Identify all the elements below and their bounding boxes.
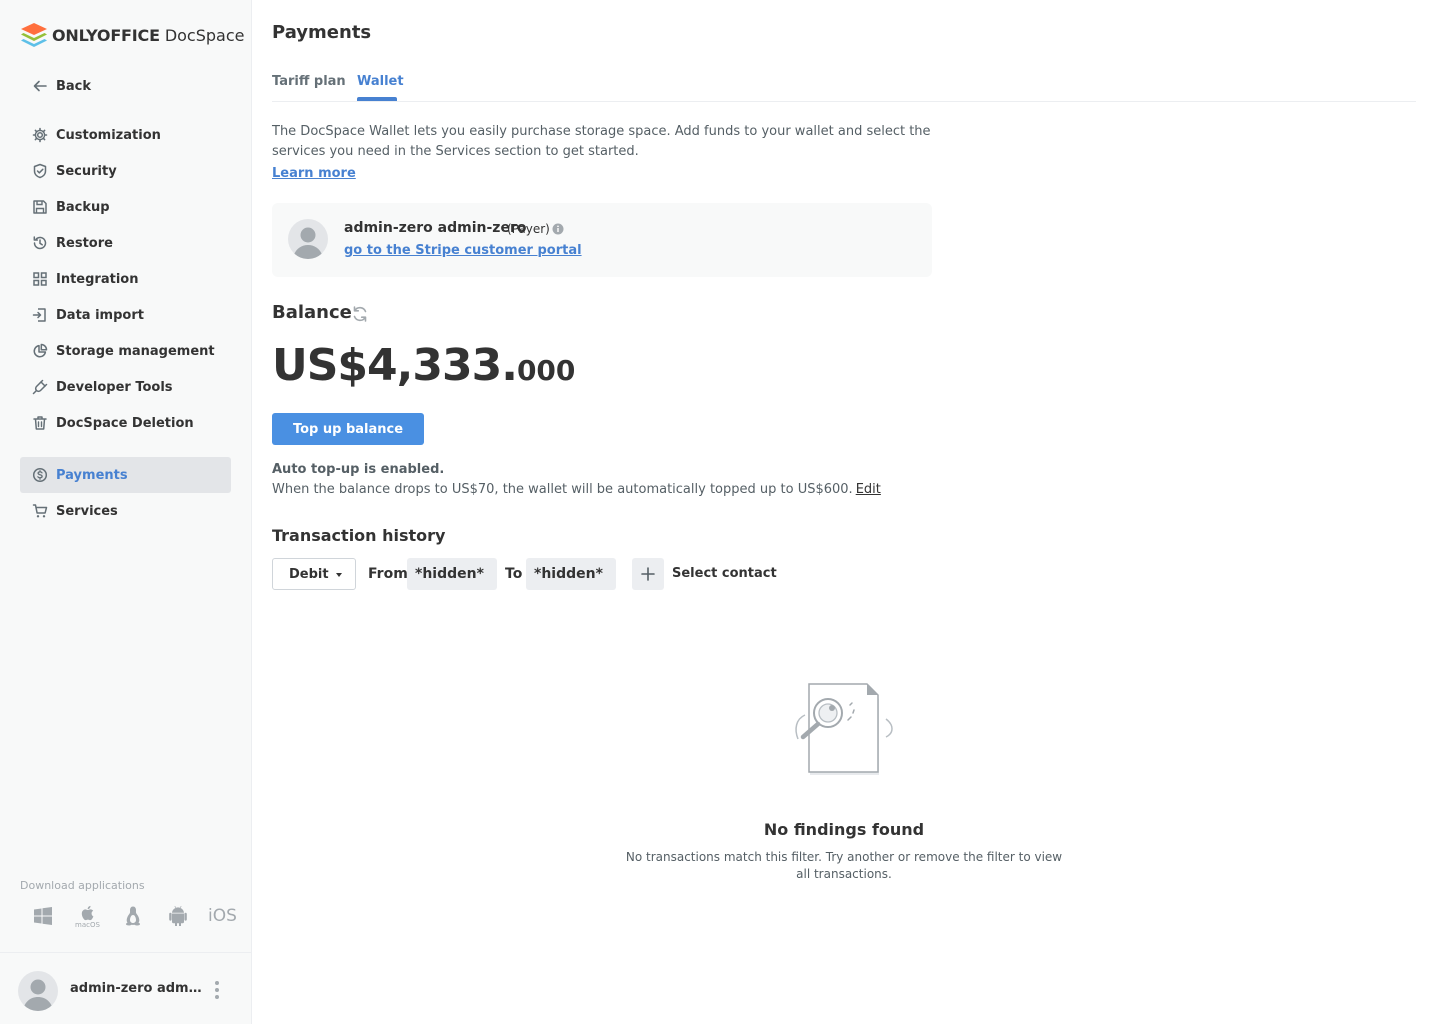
gear-icon [32,127,48,143]
to-label: To [505,566,523,582]
sidebar-item-label: Services [56,503,118,519]
sidebar-item-label: Security [56,163,117,179]
pie-chart-icon [32,343,48,359]
dollar-icon [32,467,48,483]
avatar[interactable] [18,971,58,1011]
refresh-icon[interactable] [350,304,370,324]
auto-topup-text: When the balance drops to US$70, the wal… [272,482,853,497]
balance-amount: US$4,333.000 [272,340,575,391]
brand-name: ONLYOFFICE [52,25,160,45]
balance-integer: US$4,333. [272,340,518,391]
macos-label: macOS [75,921,100,929]
sidebar-item-label: Backup [56,199,110,215]
download-apps-list: macOS iOS [20,900,245,932]
floppy-icon [32,199,48,215]
shield-icon [32,163,48,179]
sidebar-item-storage-management[interactable]: Storage management [20,333,231,369]
tab-tariff-plan[interactable]: Tariff plan [272,74,346,89]
user-profile[interactable]: admin-zero admin-zero [0,952,251,1024]
learn-more-link[interactable]: Learn more [272,166,356,181]
active-tab-indicator [357,97,397,101]
sidebar-item-restore[interactable]: Restore [20,225,231,261]
ios-label: iOS [208,906,237,926]
to-date-picker[interactable]: *hidden* [526,558,616,590]
sidebar-item-label: Payments [56,467,128,483]
android-icon[interactable] [155,900,200,932]
tab-wallet[interactable]: Wallet [357,74,404,89]
sidebar-item-security[interactable]: Security [20,153,231,189]
sidebar-item-docspace-deletion[interactable]: DocSpace Deletion [20,405,231,441]
payer-name: admin-zero admin-zero [344,220,527,236]
download-apps-title: Download applications [20,879,145,892]
more-vertical-icon[interactable] [210,979,224,1001]
profile-name: admin-zero admin-zero [70,981,202,996]
brand-product: DocSpace [164,25,245,45]
sidebar-item-label: Storage management [56,343,215,359]
empty-state-title: No findings found [763,820,925,839]
sidebar-item-label: Restore [56,235,113,251]
sidebar-item-payments[interactable]: Payments [20,457,231,493]
from-label: From [368,566,408,582]
sidebar-item-label: Integration [56,271,139,287]
sidebar-item-data-import[interactable]: Data import [20,297,231,333]
tabs: Tariff plan Wallet [272,64,1416,102]
plus-icon [641,567,655,581]
stripe-portal-link[interactable]: go to the Stripe customer portal [344,243,582,258]
payer-role: (Payer) [507,222,550,236]
edit-auto-topup-link[interactable]: Edit [856,482,881,497]
sidebar-item-integration[interactable]: Integration [20,261,231,297]
back-label: Back [56,78,92,94]
history-icon [32,235,48,251]
windows-icon[interactable] [20,900,65,932]
balance-decimal: 000 [516,354,576,387]
payer-avatar [288,219,328,259]
sidebar: ONLYOFFICE DocSpace Back Customization S… [0,0,252,1024]
sidebar-item-services[interactable]: Services [20,493,231,529]
transaction-type-select[interactable]: Debit [272,558,356,590]
arrow-left-icon [32,78,48,94]
sidebar-item-backup[interactable]: Backup [20,189,231,225]
transaction-history-title: Transaction history [272,526,446,545]
trash-icon [32,415,48,431]
from-date-picker[interactable]: *hidden* [407,558,497,590]
grid-icon [32,271,48,287]
sidebar-item-label: DocSpace Deletion [56,415,194,431]
sidebar-item-label: Data import [56,307,144,323]
sidebar-item-developer-tools[interactable]: Developer Tools [20,369,231,405]
linux-icon[interactable] [110,900,155,932]
cart-icon [32,503,48,519]
transaction-type-value: Debit [289,566,329,582]
info-icon[interactable] [552,223,564,235]
sidebar-item-label: Customization [56,127,161,143]
sidebar-item-customization[interactable]: Customization [20,117,231,153]
plug-icon [32,379,48,395]
import-icon [32,307,48,323]
empty-search-illustration-icon [795,683,893,775]
auto-topup-status: Auto top-up is enabled. [272,462,445,477]
onlyoffice-logo-icon [21,23,47,47]
app-logo[interactable]: ONLYOFFICE DocSpace [20,22,244,48]
ios-icon[interactable]: iOS [200,900,245,932]
payer-card: admin-zero admin-zero (Payer) go to the … [272,203,932,277]
wallet-description: The DocSpace Wallet lets you easily purc… [272,124,931,159]
page-title: Payments [272,22,372,43]
add-contact-button[interactable] [632,558,664,590]
top-up-balance-button[interactable]: Top up balance [272,413,424,445]
empty-state-description: No transactions match this filter. Try a… [625,850,1063,881]
balance-title: Balance [272,302,352,323]
back-button[interactable]: Back [20,68,231,104]
sidebar-item-label: Developer Tools [56,379,173,395]
select-contact-link[interactable]: Select contact [672,566,777,581]
auto-topup-description: When the balance drops to US$70, the wal… [272,482,881,497]
chevron-down-icon [336,573,342,577]
macos-icon[interactable]: macOS [65,900,110,932]
